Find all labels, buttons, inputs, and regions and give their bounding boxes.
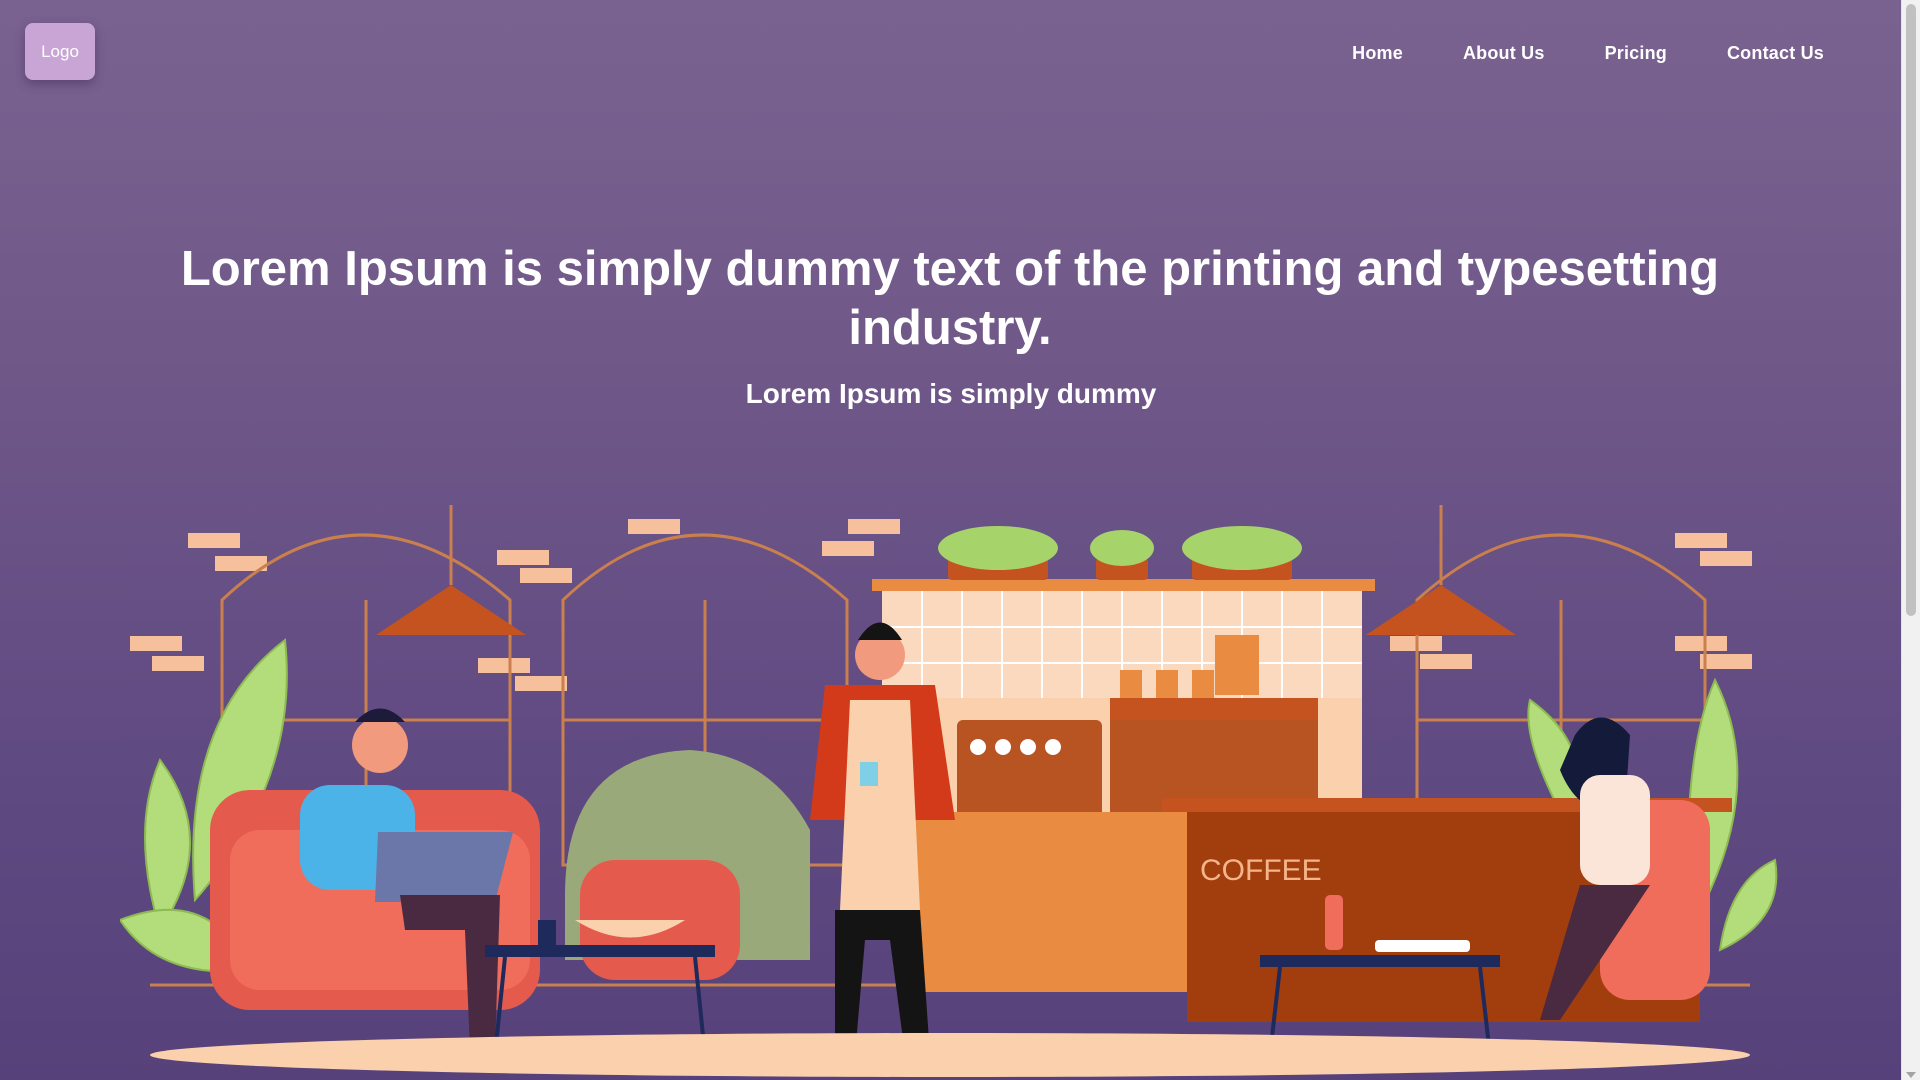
logo-label: Logo <box>41 41 79 61</box>
vertical-scrollbar[interactable] <box>1901 0 1920 1080</box>
cafe-illustration: COFFEE <box>120 505 1778 1077</box>
nav-contact-us[interactable]: Contact Us <box>1727 43 1824 64</box>
nav-home[interactable]: Home <box>1352 43 1403 64</box>
scroll-down-arrow-icon[interactable] <box>1906 1072 1916 1078</box>
scrollbar-thumb[interactable] <box>1906 4 1916 616</box>
main-nav: Home About Us Pricing Contact Us <box>1352 43 1824 64</box>
counter-sign: COFFEE <box>1200 854 1322 887</box>
nav-pricing[interactable]: Pricing <box>1605 43 1667 64</box>
landing-page: Logo Home About Us Pricing Contact Us Lo… <box>0 0 1902 1080</box>
floor <box>150 1033 1750 1077</box>
hero-title: Lorem Ipsum is simply dummy text of the … <box>180 242 1720 355</box>
hero-subtitle: Lorem Ipsum is simply dummy <box>745 378 1157 409</box>
logo-button[interactable]: Logo <box>25 23 95 80</box>
nav-about-us[interactable]: About Us <box>1463 43 1545 64</box>
